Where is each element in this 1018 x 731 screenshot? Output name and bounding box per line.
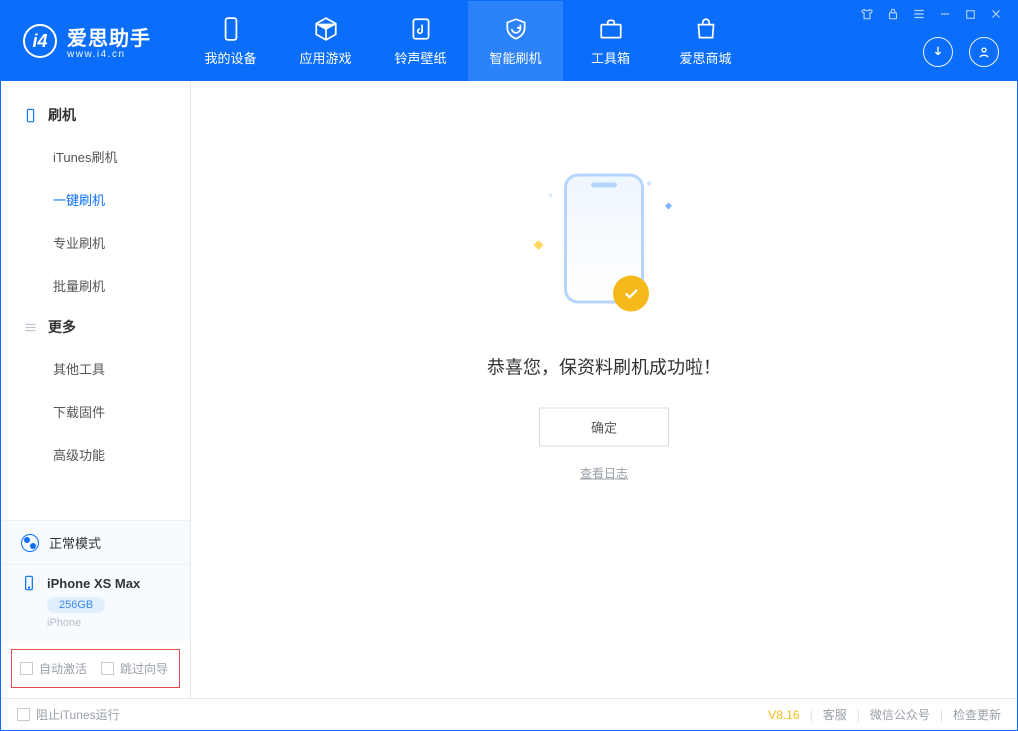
nav-label: 智能刷机: [489, 48, 541, 67]
nav-label: 爱思商城: [679, 48, 731, 67]
app-logo: i4 爱思助手 www.i4.cn: [1, 22, 173, 60]
confirm-button[interactable]: 确定: [539, 407, 669, 446]
sidebar-group-flash: 刷机: [1, 95, 190, 135]
sidebar-group-more: 更多: [1, 307, 190, 347]
view-log-link[interactable]: 查看日志: [580, 466, 628, 480]
download-icon: [930, 44, 946, 60]
nav-label: 我的设备: [204, 48, 256, 67]
sidebar-item-label: 下载固件: [53, 405, 105, 420]
sidebar-item-advanced[interactable]: 高级功能: [1, 433, 190, 476]
download-manager-button[interactable]: [923, 37, 953, 67]
logo-mark-icon: i4: [23, 24, 57, 58]
list-icon: [23, 320, 38, 335]
cube-icon: [313, 16, 339, 42]
success-illustration: [529, 173, 679, 323]
nav-smart-flash[interactable]: 智能刷机: [468, 1, 563, 81]
highlighted-options: 自动激活 跳过向导: [11, 649, 180, 688]
group-label: 刷机: [48, 105, 76, 125]
version-label: V8.16: [768, 708, 799, 722]
user-icon: [976, 44, 992, 60]
refresh-shield-icon: [503, 16, 529, 42]
sidebar-item-label: 批量刷机: [53, 279, 105, 294]
sidebar-item-label: 专业刷机: [53, 236, 105, 251]
checkbox-icon: [17, 708, 30, 721]
sidebar: 刷机 iTunes刷机 一键刷机 专业刷机 批量刷机 更多 其他工具 下载固件 …: [1, 81, 191, 698]
titlebar: i4 爱思助手 www.i4.cn 我的设备 应用游戏 铃声壁纸 智能刷机: [1, 1, 1017, 81]
sidebar-item-pro-flash[interactable]: 专业刷机: [1, 221, 190, 264]
music-file-icon: [408, 16, 434, 42]
sidebar-item-label: 一键刷机: [53, 193, 105, 208]
nav-apps-games[interactable]: 应用游戏: [278, 1, 373, 81]
device-mode-row[interactable]: 正常模式: [1, 520, 190, 564]
menu-icon[interactable]: [912, 7, 926, 21]
checkbox-label: 自动激活: [39, 660, 87, 677]
lock-icon[interactable]: [886, 7, 900, 21]
maximize-icon[interactable]: [964, 8, 977, 21]
sidebar-item-label: iTunes刷机: [53, 150, 118, 165]
close-icon[interactable]: [989, 7, 1003, 21]
app-url: www.i4.cn: [67, 49, 151, 60]
device-type: iPhone: [47, 617, 174, 629]
device-capacity-badge: 256GB: [47, 597, 105, 613]
top-nav: 我的设备 应用游戏 铃声壁纸 智能刷机 工具箱 爱思商城: [183, 1, 753, 81]
account-button[interactable]: [969, 37, 999, 67]
mode-label: 正常模式: [49, 533, 101, 552]
checkbox-icon: [20, 662, 33, 675]
window-controls: [860, 7, 1003, 21]
checkbox-block-itunes[interactable]: 阻止iTunes运行: [17, 706, 120, 723]
status-bar: 阻止iTunes运行 V8.16 | 客服 | 微信公众号 | 检查更新: [1, 698, 1017, 730]
sidebar-item-itunes-flash[interactable]: iTunes刷机: [1, 135, 190, 178]
tshirt-icon[interactable]: [860, 7, 874, 21]
check-badge-icon: [613, 275, 649, 311]
nav-label: 工具箱: [591, 48, 630, 67]
footer-link-wechat[interactable]: 微信公众号: [870, 706, 930, 723]
nav-label: 应用游戏: [299, 48, 351, 67]
sidebar-item-download-firmware[interactable]: 下载固件: [1, 390, 190, 433]
device-info-block[interactable]: iPhone XS Max 256GB iPhone: [1, 564, 190, 641]
checkbox-label: 阻止iTunes运行: [36, 706, 120, 723]
minimize-icon[interactable]: [938, 7, 952, 21]
footer-link-support[interactable]: 客服: [823, 706, 847, 723]
checkbox-skip-wizard[interactable]: 跳过向导: [101, 660, 168, 677]
sidebar-item-label: 高级功能: [53, 448, 105, 463]
nav-label: 铃声壁纸: [394, 48, 446, 67]
app-name: 爱思助手: [67, 28, 151, 50]
nav-my-device[interactable]: 我的设备: [183, 1, 278, 81]
shopping-bag-icon: [693, 16, 719, 42]
checkbox-auto-activate[interactable]: 自动激活: [20, 660, 87, 677]
sidebar-item-other-tools[interactable]: 其他工具: [1, 347, 190, 390]
phone-icon: [21, 575, 37, 591]
briefcase-icon: [598, 16, 624, 42]
mode-icon: [21, 534, 39, 552]
group-label: 更多: [48, 317, 76, 337]
checkbox-label: 跳过向导: [120, 660, 168, 677]
nav-ringtone-wallpaper[interactable]: 铃声壁纸: [373, 1, 468, 81]
phone-icon: [218, 16, 244, 42]
success-title: 恭喜您，保资料刷机成功啦！: [394, 353, 814, 379]
device-name: iPhone XS Max: [47, 576, 140, 591]
nav-store[interactable]: 爱思商城: [658, 1, 753, 81]
sidebar-item-batch-flash[interactable]: 批量刷机: [1, 264, 190, 307]
nav-toolbox[interactable]: 工具箱: [563, 1, 658, 81]
main-content: 恭喜您，保资料刷机成功啦！ 确定 查看日志: [191, 81, 1017, 698]
sidebar-item-one-click-flash[interactable]: 一键刷机: [1, 178, 190, 221]
footer-link-check-update[interactable]: 检查更新: [953, 706, 1001, 723]
phone-icon: [23, 108, 38, 123]
checkbox-icon: [101, 662, 114, 675]
sidebar-item-label: 其他工具: [53, 362, 105, 377]
